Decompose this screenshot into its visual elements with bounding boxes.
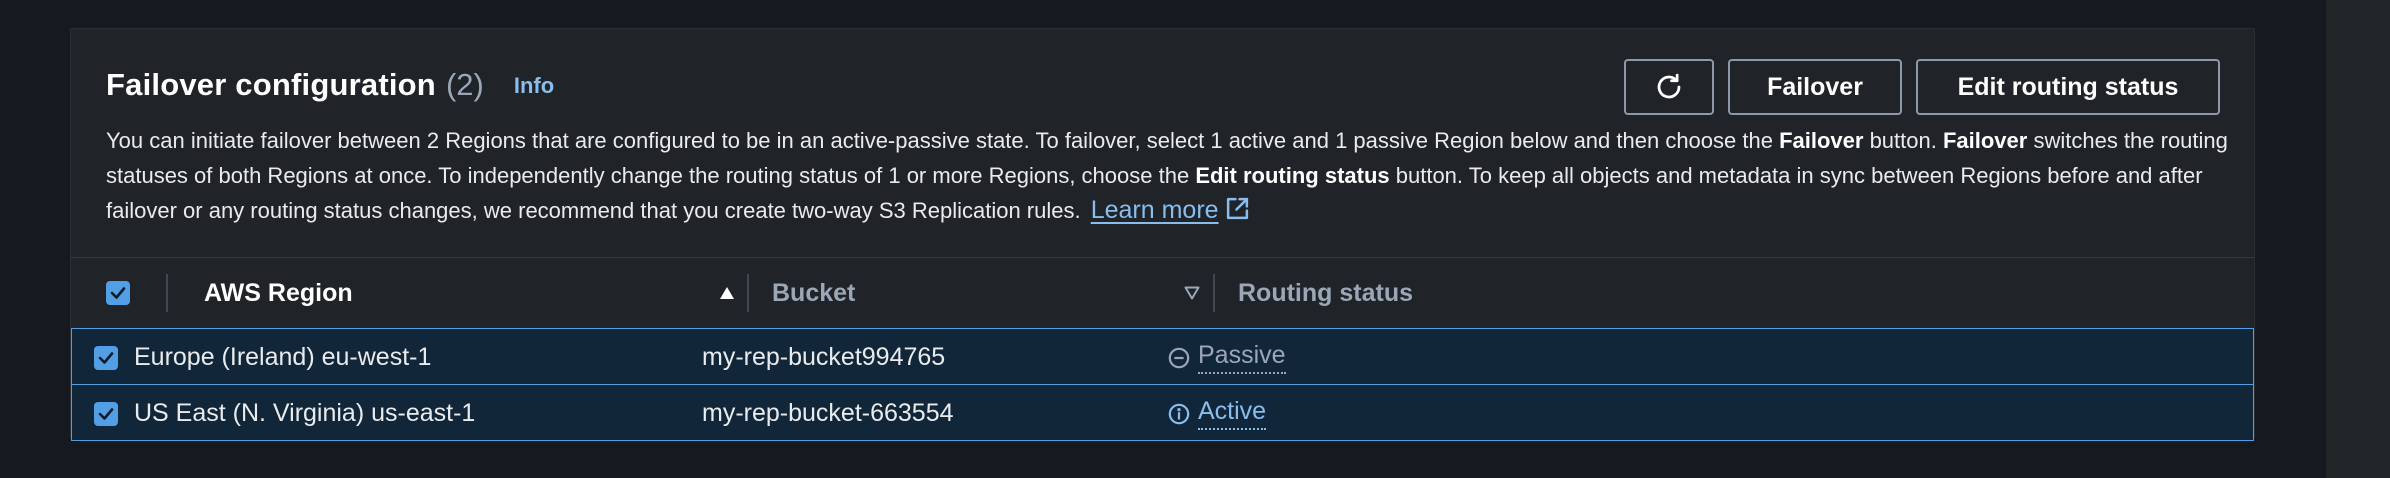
edit-routing-status-button[interactable]: Edit routing status [1916, 59, 2220, 115]
region-cell: Europe (Ireland) eu-west-1 [134, 343, 432, 371]
minus-circle-icon [1168, 347, 1190, 368]
status-passive[interactable]: Passive [1168, 341, 1286, 374]
page: Failover configuration (2) Info Failover… [0, 0, 2390, 478]
column-header-region[interactable]: AWS Region [204, 258, 353, 328]
desc-text-2: button. [1863, 128, 1943, 153]
title-row: Failover configuration (2) Info [106, 67, 554, 103]
column-header-bucket[interactable]: Bucket [772, 258, 855, 328]
bucket-cell: my-rep-bucket-663554 [702, 399, 954, 427]
column-header-routing-status: Routing status [1238, 278, 1413, 307]
status-active[interactable]: Active [1168, 397, 1267, 430]
routing-status-cell: Active [1168, 385, 1267, 442]
select-all-cell [106, 258, 130, 328]
desc-bold-failover-1: Failover [1779, 128, 1864, 153]
row-checkbox[interactable] [94, 345, 118, 370]
desc-bold-edit-routing: Edit routing status [1195, 163, 1390, 188]
panel-description: You can initiate failover between 2 Regi… [106, 123, 2236, 228]
bucket-cell: my-rep-bucket994765 [702, 343, 946, 371]
panel-title: Failover configuration [106, 67, 436, 102]
column-divider [166, 274, 168, 312]
panel-header: Failover configuration (2) Info Failover… [71, 29, 2254, 257]
routing-status-cell: Passive [1168, 329, 1286, 386]
learn-more-link[interactable]: Learn more [1091, 196, 1219, 224]
row-checkbox[interactable] [94, 401, 118, 426]
row-select-cell [94, 329, 118, 386]
region-cell: US East (N. Virginia) us-east-1 [134, 399, 476, 427]
sort-ascending-icon[interactable] [719, 258, 735, 328]
info-link[interactable]: Info [514, 73, 554, 99]
desc-text-1: You can initiate failover between 2 Regi… [106, 128, 1780, 153]
check-icon [98, 407, 114, 420]
learn-more-label: Learn more [1090, 196, 1219, 224]
refresh-button[interactable] [1624, 59, 1714, 115]
regions-table: AWS Region Bucket Routing status Europe … [71, 257, 2254, 441]
column-divider [747, 274, 749, 312]
refresh-icon [1657, 73, 1681, 99]
external-link-icon[interactable] [1225, 196, 1250, 221]
right-scroll-area [2326, 0, 2390, 478]
row-select-cell [94, 385, 118, 442]
table-header: AWS Region Bucket Routing status [71, 258, 2254, 328]
sort-unsorted-icon[interactable] [1184, 258, 1200, 328]
header-actions: Failover Edit routing status [1624, 59, 2220, 115]
select-all-checkbox[interactable] [106, 281, 130, 305]
failover-button[interactable]: Failover [1728, 59, 1902, 115]
check-icon [98, 351, 114, 364]
status-label: Passive [1198, 341, 1286, 374]
info-circle-icon [1168, 403, 1190, 424]
failover-configuration-panel: Failover configuration (2) Info Failover… [70, 28, 2255, 441]
column-divider [1213, 274, 1215, 312]
desc-bold-failover-2: Failover [1942, 128, 2028, 153]
check-icon [110, 287, 126, 299]
table-row[interactable]: Europe (Ireland) eu-west-1 my-rep-bucket… [71, 328, 2254, 385]
item-count: (2) [445, 67, 484, 102]
table-row[interactable]: US East (N. Virginia) us-east-1 my-rep-b… [71, 384, 2254, 441]
status-label: Active [1198, 397, 1267, 430]
